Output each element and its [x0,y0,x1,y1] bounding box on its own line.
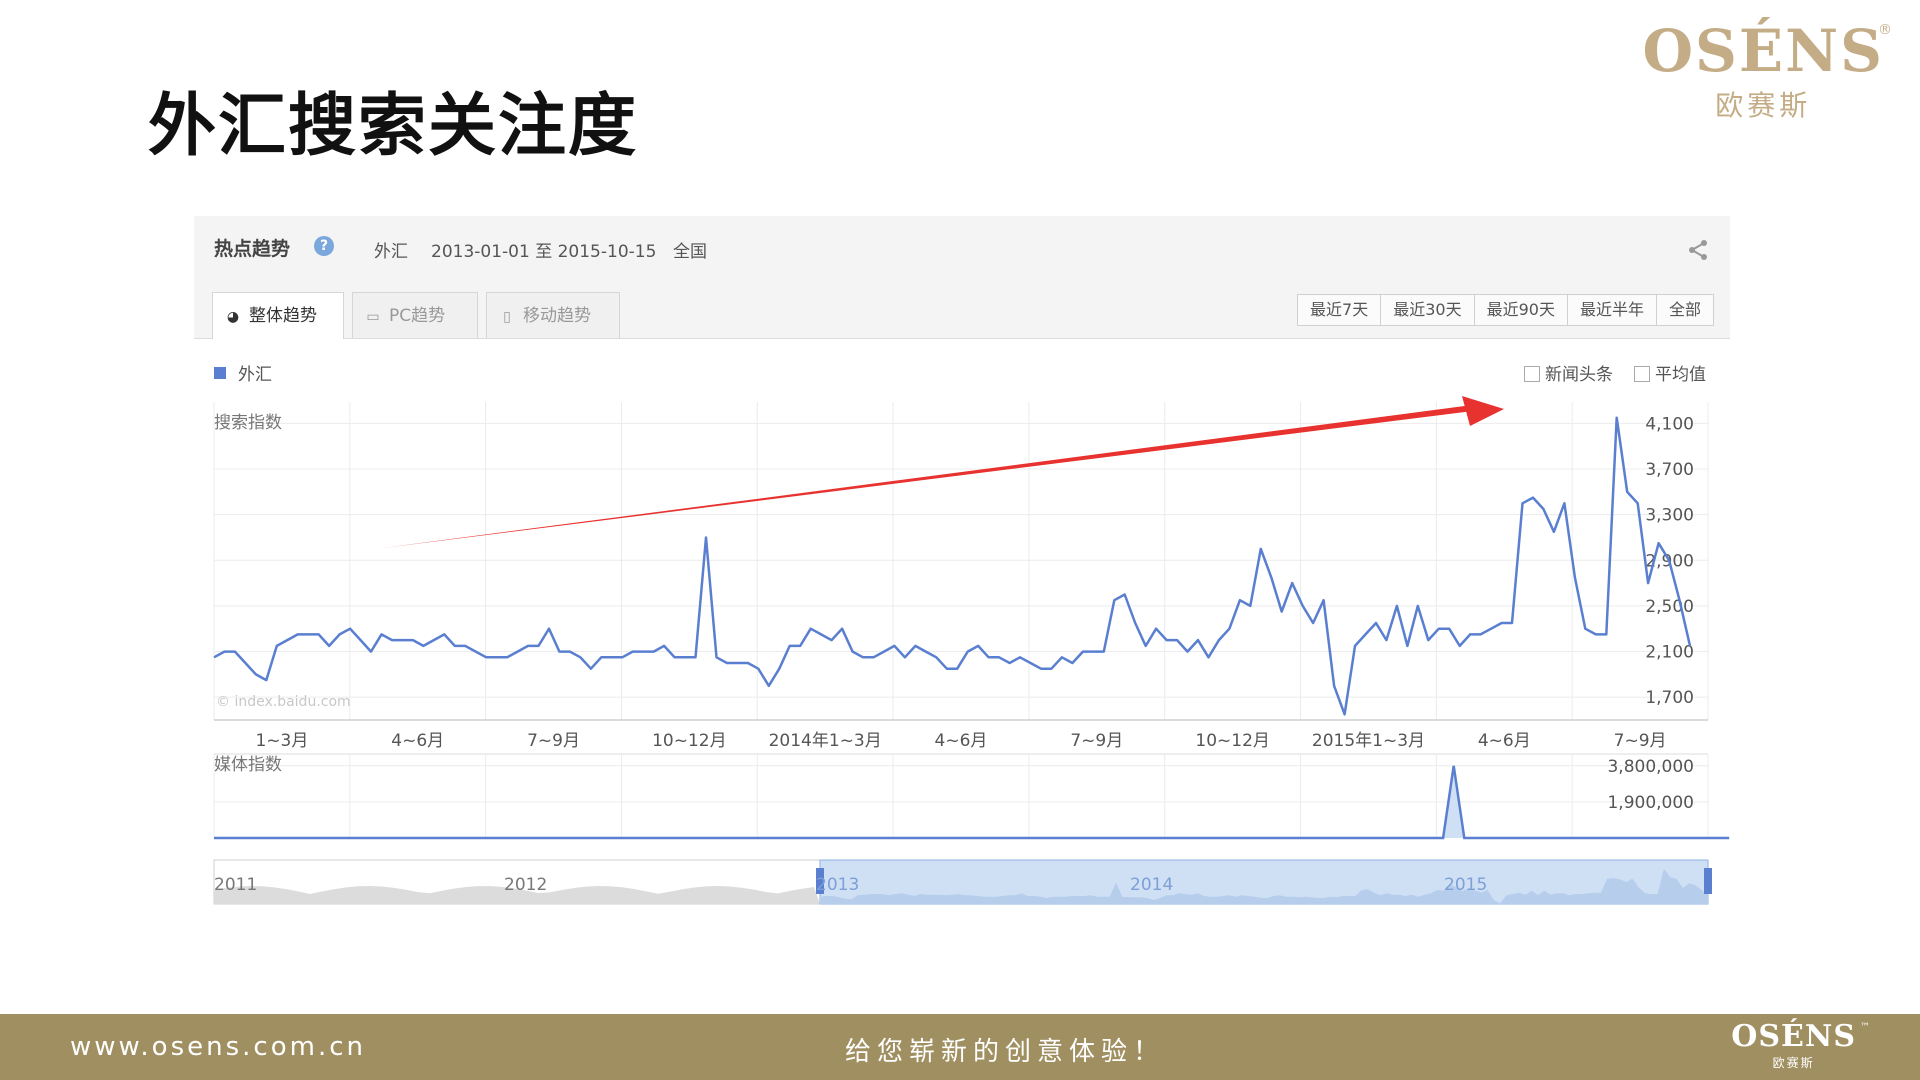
annotation-layer [375,396,1504,549]
trend-arrow-head [1462,396,1504,426]
footer-logo-wordmark: OSÉNS [1731,1019,1856,1054]
footer-slogan: 给您崭新的创意体验！ [845,1037,1166,1067]
footer-logo: OSÉNS ™ 欧赛斯 [1731,1019,1870,1071]
trend-arrow-shaft [375,405,1473,549]
footer-logo-tm: ™ [1860,1022,1870,1033]
footer-bar: www.osens.com.cn 给您崭新的创意体验！ OSÉNS ™ 欧赛斯 [0,1014,1920,1080]
footer-url[interactable]: www.osens.com.cn [70,1032,366,1062]
footer-logo-chinese: 欧赛斯 [1772,1056,1815,1070]
